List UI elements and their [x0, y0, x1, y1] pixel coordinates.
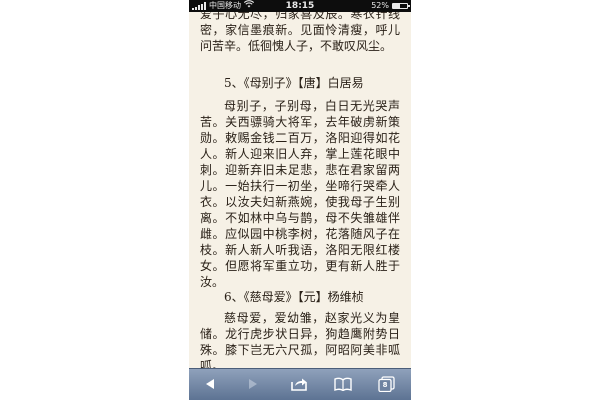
- tabs-icon[interactable]: 8: [378, 376, 396, 392]
- back-arrow-icon[interactable]: [201, 376, 219, 392]
- book-icon[interactable]: [334, 376, 352, 392]
- battery-icon: [392, 3, 410, 9]
- poem-5-heading: 5、《母别子》【唐】白居易: [224, 76, 364, 90]
- battery-level-fill: [393, 4, 401, 8]
- tab-count: 8: [382, 381, 388, 389]
- poem-4-text: 爱子心无尽，归家喜及辰。寒衣针线密，家信墨痕新。见面怜清瘦，呼儿问苦辛。低徊愧人…: [200, 12, 400, 53]
- forward-arrow-icon[interactable]: [244, 376, 262, 392]
- status-right: 52%: [371, 0, 410, 12]
- share-icon[interactable]: [290, 376, 308, 392]
- browser-toolbar: 8: [189, 368, 411, 400]
- poem-5-text: 母别子，子别母，白日无光哭声苦。关西骠骑大将军，去年破虏新策勋。敕赐金钱二百万，…: [200, 99, 400, 289]
- poem-6-text: 慈母爱，爱幼雏，赵家光义为皇储。龙行虎步状日异，狗趋鹰附势日殊。膝下岂无六尺孤，…: [200, 311, 400, 368]
- article-content[interactable]: 爱子心无尽，归家喜及辰。寒衣针线密，家信墨痕新。见面怜清瘦，呼儿问苦辛。低徊愧人…: [189, 12, 411, 368]
- status-bar: 中国移动 18:15 52%: [189, 0, 411, 12]
- phone-screen: 中国移动 18:15 52% 爱子心无尽，归家喜及辰。寒衣针线密，家信墨痕新。见…: [189, 0, 411, 400]
- poem-6-heading: 6、《慈母爱》【元】杨维桢: [224, 290, 364, 304]
- battery-percent: 52%: [371, 1, 389, 10]
